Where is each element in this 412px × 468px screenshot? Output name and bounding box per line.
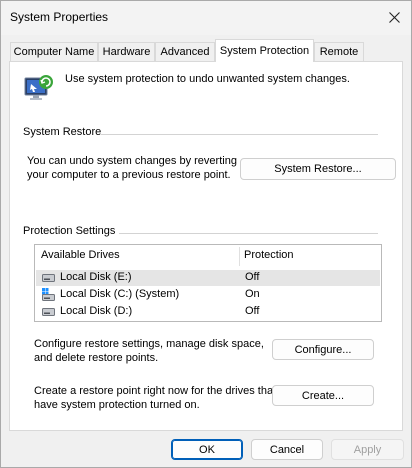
hard-drive-icon — [42, 308, 55, 316]
close-icon — [388, 11, 400, 23]
drives-list[interactable]: Available Drives Protection Local Disk (… — [34, 244, 382, 322]
create-button[interactable]: Create... — [272, 385, 374, 406]
ok-button[interactable]: OK — [171, 439, 243, 460]
system-properties-window: System Properties Computer Name Hardware… — [0, 0, 412, 468]
tab-panel-system-protection: Use system protection to undo unwanted s… — [9, 61, 403, 431]
hard-drive-icon — [42, 274, 55, 282]
create-description-line1: Create a restore point right now for the… — [34, 385, 277, 397]
close-button[interactable] — [379, 3, 409, 31]
system-protection-icon — [22, 72, 56, 104]
tab-label: Advanced — [160, 46, 210, 58]
group-divider — [101, 134, 378, 135]
drive-row-d[interactable]: Local Disk (D:) Off — [36, 304, 380, 320]
tab-label: Remote — [319, 46, 359, 58]
configure-description-line2: and delete restore points. — [34, 352, 159, 364]
tab-system-protection[interactable]: System Protection — [215, 39, 314, 62]
list-header: Available Drives Protection — [35, 245, 381, 268]
drive-protection-status: On — [245, 288, 260, 300]
cancel-button[interactable]: Cancel — [251, 439, 323, 460]
system-restore-button[interactable]: System Restore... — [240, 158, 396, 180]
tab-computer-name[interactable]: Computer Name — [10, 42, 98, 61]
tab-label: Hardware — [102, 46, 151, 58]
apply-button[interactable]: Apply — [331, 439, 404, 460]
title-bar: System Properties — [1, 1, 411, 35]
drive-row-c[interactable]: Local Disk (C:) (System) On — [36, 287, 380, 303]
group-divider — [119, 233, 378, 234]
tab-label: System Protection — [219, 45, 310, 57]
intro-text: Use system protection to undo unwanted s… — [65, 73, 350, 85]
window-title: System Properties — [10, 10, 109, 24]
drive-name: Local Disk (C:) (System) — [60, 288, 180, 300]
tab-remote[interactable]: Remote — [314, 42, 364, 61]
system-drive-icon — [42, 288, 55, 301]
drive-protection-status: Off — [245, 271, 260, 283]
column-header-available-drives[interactable]: Available Drives — [41, 249, 120, 261]
configure-button[interactable]: Configure... — [272, 339, 374, 360]
system-restore-group-title: System Restore — [23, 126, 102, 138]
protection-settings-group-title: Protection Settings — [23, 225, 116, 237]
column-header-protection[interactable]: Protection — [244, 249, 294, 261]
drive-row-e[interactable]: Local Disk (E:) Off — [36, 270, 380, 286]
column-separator[interactable] — [239, 247, 240, 266]
tab-advanced[interactable]: Advanced — [155, 42, 215, 61]
drive-name: Local Disk (D:) — [60, 305, 133, 317]
drive-protection-status: Off — [245, 305, 260, 317]
tab-label: Computer Name — [13, 46, 95, 58]
drive-name: Local Disk (E:) — [60, 271, 132, 283]
configure-description-line1: Configure restore settings, manage disk … — [34, 338, 264, 350]
system-restore-description-line1: You can undo system changes by reverting — [27, 155, 237, 167]
system-restore-description-line2: your computer to a previous restore poin… — [27, 169, 231, 181]
create-description-line2: have system protection turned on. — [34, 399, 200, 411]
tab-hardware[interactable]: Hardware — [98, 42, 155, 61]
